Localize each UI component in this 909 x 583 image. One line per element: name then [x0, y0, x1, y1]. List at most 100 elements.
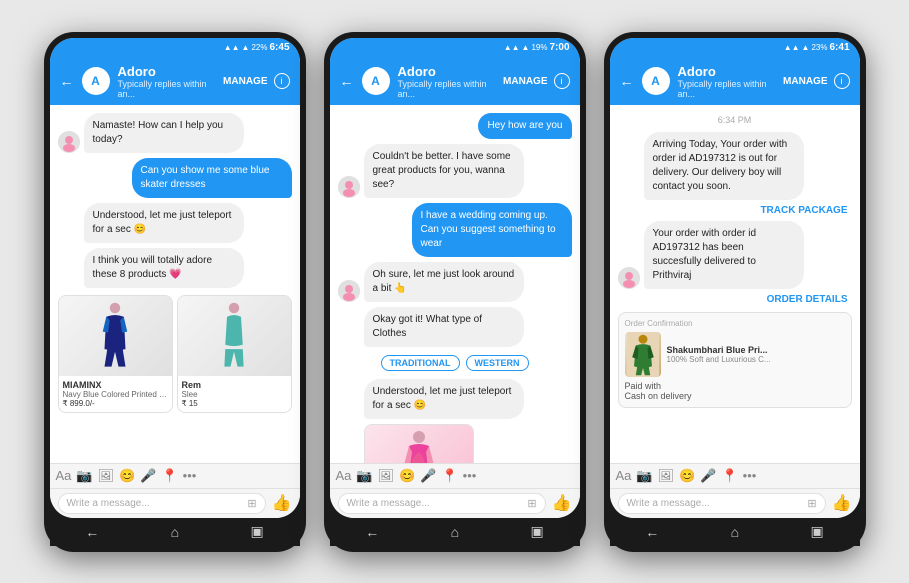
msg-row-received-3a: Arriving Today, Your order with order id… — [618, 132, 852, 200]
nav-back-3[interactable]: ← — [645, 524, 659, 540]
nav-recent-3[interactable]: ▣ — [811, 523, 824, 540]
info-icon-3[interactable]: i — [834, 73, 850, 89]
msg-row-received-2b: Oh sure, let me just look around a bit 👆 — [338, 262, 572, 302]
more-icon-3[interactable]: ••• — [743, 468, 757, 483]
manage-button-1[interactable]: MANAGE — [223, 76, 267, 87]
track-package-link[interactable]: TRACK PACKAGE — [618, 205, 852, 216]
messenger-header-2: ← A Adoro Typically replies within an...… — [330, 58, 580, 106]
paid-with-label: Paid with Cash on delivery — [625, 381, 845, 401]
battery-2: 19% — [531, 43, 547, 52]
header-sub-3: Typically replies within an... — [678, 79, 776, 99]
nav-back-1[interactable]: ← — [85, 524, 99, 540]
header-sub-1: Typically replies within an... — [118, 79, 216, 99]
traditional-button[interactable]: TRADITIONAL — [381, 355, 460, 371]
aa-icon-3[interactable]: Aa — [616, 468, 632, 483]
back-button-3[interactable]: ← — [620, 73, 634, 89]
order-details-link[interactable]: ORDER DETAILS — [618, 294, 852, 305]
mic-icon-2[interactable]: 🎤 — [420, 468, 436, 484]
compose-bar-1[interactable]: Write a message... ⊞ 👍 — [50, 488, 300, 518]
nav-bar-2: ← ⌂ ▣ — [330, 518, 580, 546]
status-icons-3: ▲▲ ▲ 23% 6:41 — [784, 42, 850, 53]
nav-recent-2[interactable]: ▣ — [531, 523, 544, 540]
bubble-received-2a: Couldn't be better. I have some great pr… — [364, 144, 524, 198]
location-icon-1[interactable]: 📍 — [161, 468, 177, 484]
saree-image — [365, 425, 473, 462]
like-btn-1[interactable]: 👍 — [272, 493, 292, 513]
order-confirm-label: Order Confirmation — [625, 319, 845, 328]
nav-bar-3: ← ⌂ ▣ — [610, 518, 860, 546]
mic-icon-3[interactable]: 🎤 — [700, 468, 716, 484]
like-btn-2[interactable]: 👍 — [552, 493, 572, 513]
product-image-1b — [178, 296, 291, 376]
camera-icon-3[interactable]: 📷 — [636, 468, 652, 484]
phone-3: ▲▲ ▲ 23% 6:41 ← A Adoro Typically replie… — [604, 32, 866, 552]
gallery-icon-1[interactable]: 🖼 — [98, 468, 115, 484]
battery-3: 23% — [811, 43, 827, 52]
bubble-received-3b: Your order with order id AD197312 has be… — [644, 221, 804, 289]
time-3: 6:41 — [829, 42, 849, 53]
compose-bar-3[interactable]: Write a message... ⊞ 👍 — [610, 488, 860, 518]
product-card-1a[interactable]: MIAMINX Navy Blue Colored Printed Skater… — [58, 295, 173, 413]
avatar-2: A — [362, 67, 390, 95]
gallery-icon-3[interactable]: 🖼 — [658, 468, 675, 484]
compose-bar-2[interactable]: Write a message... ⊞ 👍 — [330, 488, 580, 518]
mic-icon-1[interactable]: 🎤 — [140, 468, 156, 484]
paid-method: Cash on delivery — [625, 391, 692, 401]
info-icon-2[interactable]: i — [554, 73, 570, 89]
camera-icon-1[interactable]: 📷 — [76, 468, 92, 484]
bubble-sent-2b: I have a wedding coming up. Can you sugg… — [412, 203, 572, 257]
nav-home-3[interactable]: ⌂ — [731, 524, 739, 540]
phone-2: ▲▲ ▲ 19% 7:00 ← A Adoro Typically replie… — [324, 32, 586, 552]
nav-back-2[interactable]: ← — [365, 524, 379, 540]
saree-card[interactable] — [364, 424, 474, 462]
location-icon-2[interactable]: 📍 — [441, 468, 457, 484]
compose-input-3[interactable]: Write a message... ⊞ — [618, 493, 826, 514]
compose-input-2[interactable]: Write a message... ⊞ — [338, 493, 546, 514]
nav-home-1[interactable]: ⌂ — [171, 524, 179, 540]
more-icon-2[interactable]: ••• — [463, 468, 477, 483]
compose-placeholder-3: Write a message... — [627, 498, 808, 509]
bubble-sent-2a: Hey how are you — [478, 113, 571, 139]
msg-row-received-2c: Okay got it! What type of Clothes — [338, 307, 572, 347]
product-desc-1b: Slee — [182, 390, 287, 399]
msg-row-sent-2b: I have a wedding coming up. Can you sugg… — [338, 203, 572, 257]
nav-home-2[interactable]: ⌂ — [451, 524, 459, 540]
status-bar-3: ▲▲ ▲ 23% 6:41 — [610, 38, 860, 58]
emoji-icon-1[interactable]: 😊 — [119, 468, 135, 484]
status-icons-2: ▲▲ ▲ 19% 7:00 — [504, 42, 570, 53]
aa-icon-1[interactable]: Aa — [56, 468, 72, 483]
bot-avatar-1 — [58, 131, 80, 153]
msg-row-sent-1a: Can you show me some blue skater dresses — [58, 158, 292, 198]
bubble-received-1c: I think you will totally adore these 8 p… — [84, 248, 244, 288]
nav-recent-1[interactable]: ▣ — [251, 523, 264, 540]
status-bar-2: ▲▲ ▲ 19% 7:00 — [330, 38, 580, 58]
chat-area-3: 6:34 PM Arriving Today, Your order with … — [610, 105, 860, 462]
header-info-2: Adoro Typically replies within an... — [398, 64, 496, 100]
more-icon-1[interactable]: ••• — [183, 468, 197, 483]
emoji-icon-3[interactable]: 😊 — [679, 468, 695, 484]
product-cards-row-1: MIAMINX Navy Blue Colored Printed Skater… — [58, 293, 292, 415]
like-btn-3[interactable]: 👍 — [832, 493, 852, 513]
header-info-1: Adoro Typically replies within an... — [118, 64, 216, 100]
header-name-1: Adoro — [118, 64, 216, 80]
bubble-received-1b: Understood, let me just teleport for a s… — [84, 203, 244, 243]
aa-icon-2[interactable]: Aa — [336, 468, 352, 483]
order-product-details: Shakumbhari Blue Pri... 100% Soft and Lu… — [667, 345, 845, 364]
western-button[interactable]: WESTERN — [466, 355, 529, 371]
emoji-icon-2[interactable]: 😊 — [399, 468, 415, 484]
camera-icon-2[interactable]: 📷 — [356, 468, 372, 484]
back-button-1[interactable]: ← — [60, 73, 74, 89]
location-icon-3[interactable]: 📍 — [721, 468, 737, 484]
back-button-2[interactable]: ← — [340, 73, 354, 89]
gallery-icon-2[interactable]: 🖼 — [378, 468, 395, 484]
msg-row-received-1: Namaste! How can I help you today? — [58, 113, 292, 153]
order-confirm-card: Order Confirmation — [618, 312, 852, 408]
info-icon-1[interactable]: i — [274, 73, 290, 89]
manage-button-3[interactable]: MANAGE — [783, 76, 827, 87]
manage-button-2[interactable]: MANAGE — [503, 76, 547, 87]
sticker-icon-3: ⊞ — [807, 497, 816, 510]
compose-input-1[interactable]: Write a message... ⊞ — [58, 493, 266, 514]
wifi-icon-1: ▲ — [242, 43, 250, 52]
avatar-1: A — [82, 67, 110, 95]
product-card-1b[interactable]: Rem Slee ₹ 15 — [177, 295, 292, 413]
